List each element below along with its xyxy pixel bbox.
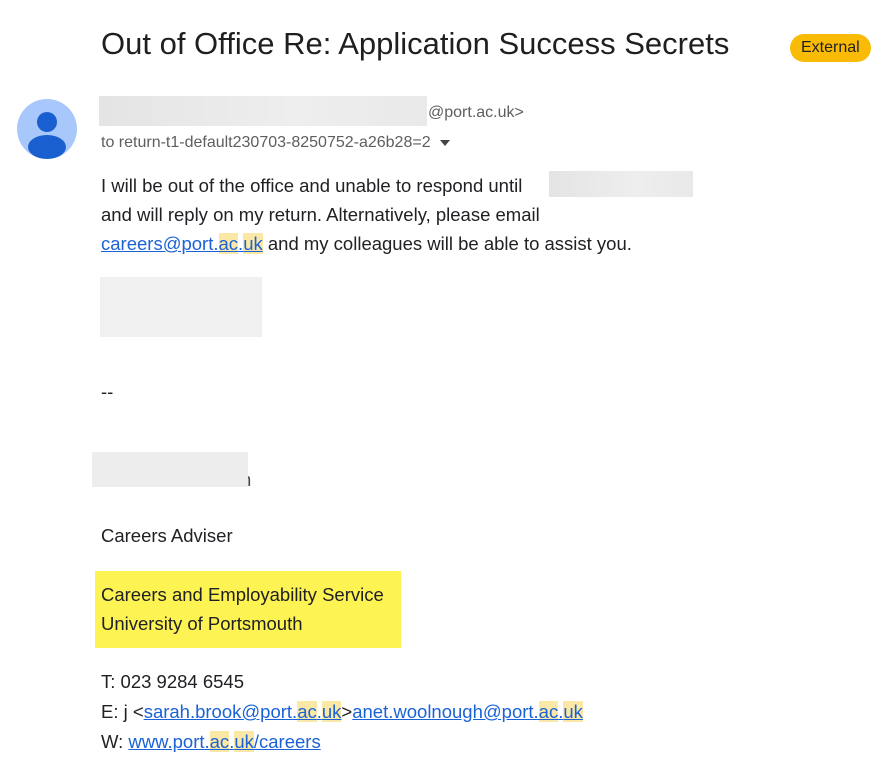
external-badge: External [790, 34, 871, 62]
body-line-3-text: and my colleagues will be able to assist… [262, 233, 632, 254]
email-link-sarah[interactable]: sarah.brook@port.ac.uk [144, 701, 342, 722]
email-link-janet[interactable]: anet.woolnough@port.ac.uk [352, 701, 583, 722]
redacted-sender-name [99, 96, 427, 126]
sender-email-domain: @port.ac.uk> [428, 104, 524, 121]
email-subject: Out of Office Re: Application Success Se… [101, 26, 730, 61]
redacted-block [100, 277, 262, 337]
chevron-down-icon[interactable] [439, 140, 450, 146]
body-line-1: I will be out of the office and unable t… [101, 171, 522, 200]
recipient-text: to return-t1-default230703-8250752-a26b2… [101, 134, 431, 151]
redacted-signature-name [92, 452, 248, 487]
person-icon [28, 112, 66, 159]
signature-email-line: E: j <sarah.brook@port.ac.uk>anet.woolno… [101, 701, 583, 722]
body-line-3: careers@port.ac.uk and my colleagues wil… [101, 229, 632, 258]
signature-role: Careers Adviser [101, 525, 233, 546]
careers-website-link[interactable]: www.port.ac.uk/careers [128, 731, 321, 752]
careers-email-link[interactable]: careers@port.ac.uk [101, 233, 263, 254]
redacted-date [549, 171, 693, 197]
signature-separator: -- [101, 381, 114, 402]
signature-web-line: W: www.port.ac.uk/careers [101, 731, 321, 752]
sender-avatar[interactable] [17, 99, 77, 159]
body-line-1-text: I will be out of the office and unable t… [101, 175, 523, 196]
recipient-details[interactable]: to return-t1-default230703-8250752-a26b2… [101, 134, 450, 152]
signature-department: Careers and Employability Service [101, 584, 384, 605]
signature-organisation: University of Portsmouth [101, 613, 303, 634]
body-line-2: and will reply on my return. Alternative… [101, 204, 540, 225]
signature-phone: T: 023 9284 6545 [101, 671, 244, 692]
